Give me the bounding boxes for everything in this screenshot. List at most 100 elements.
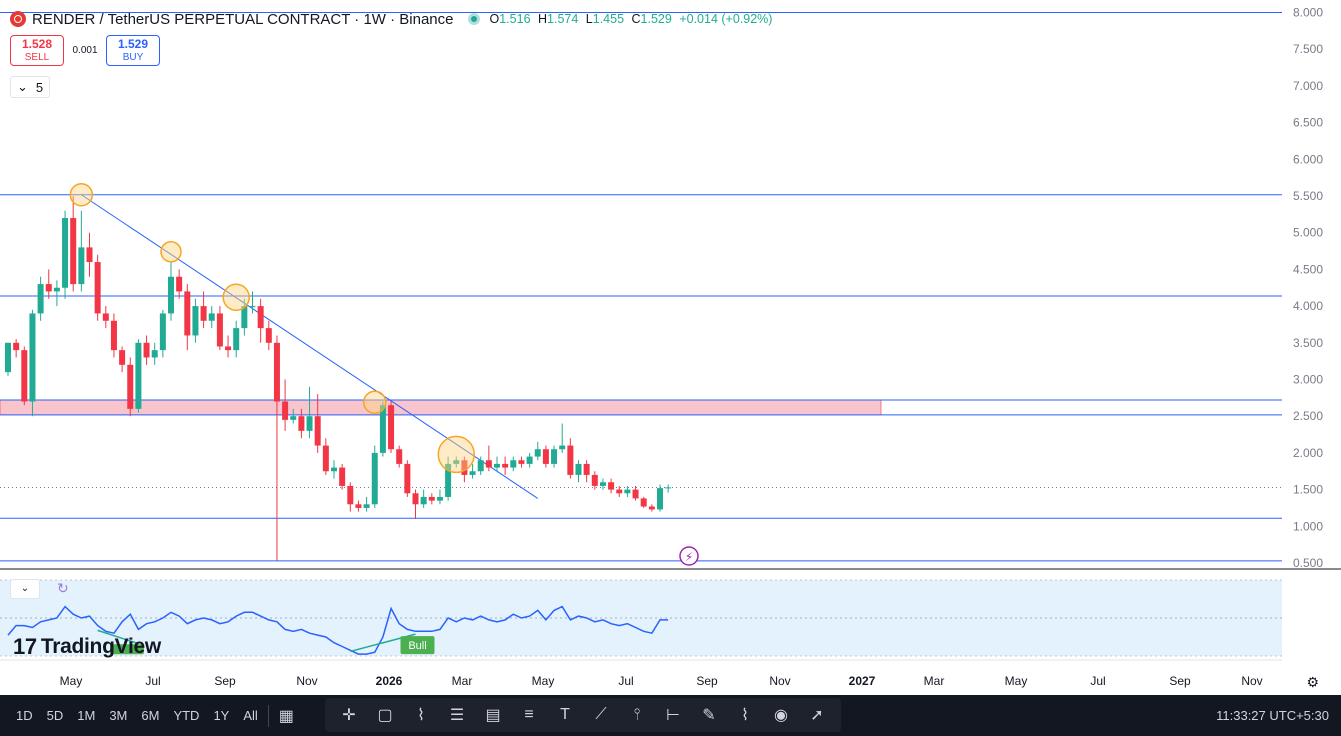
candle-body [110,320,117,351]
tv-mark-icon: 17 [13,634,37,659]
candles [5,196,672,561]
touch-circle[interactable] [437,435,475,474]
time-tick: Jul [145,674,160,688]
gear-icon[interactable]: ⚙ [1306,674,1319,691]
candle-body [159,313,166,351]
candle-body [200,306,207,321]
calendar-range-icon[interactable]: ▦ [279,706,294,726]
touch-circle[interactable] [222,283,250,312]
market-status-icon[interactable] [467,13,480,25]
tradingview-logo[interactable]: 17 TradingView [13,634,161,660]
candle-body [657,488,663,510]
candle-body [420,496,427,505]
candle-body [249,306,256,308]
candle-body [396,449,403,464]
symbol-title[interactable]: RENDER / TetherUS PERPETUAL CONTRACT · 1… [32,11,454,28]
price-tick: 2.000 [1293,446,1323,460]
position-icon[interactable]: ⊢ [661,705,685,725]
arrow-icon[interactable]: ➚ [805,705,829,725]
candle-body [347,485,354,505]
chart-canvas[interactable]: 8.0005.5174.1372.7202.5181.1100.5291.529… [0,0,1341,695]
rectangle-icon[interactable]: ▢ [373,705,397,725]
timeframe-6m[interactable]: 6M [141,708,159,723]
timeframe-1y[interactable]: 1Y [213,708,229,723]
candle-body [5,342,11,373]
candle-body [192,306,199,336]
candle-body [648,506,655,510]
timeframe-all[interactable]: All [243,708,257,723]
chevron-down-icon: ⌄ [17,79,28,94]
price-tick: 6.500 [1293,116,1323,130]
touch-circle[interactable] [363,390,387,415]
time-tick: 2026 [376,674,403,688]
candle-body [526,456,533,464]
rsi-collapse-button[interactable]: ⌄ [10,579,40,599]
time-tick: Nov [769,674,790,688]
time-tick: Mar [452,674,473,688]
price-tick: 6.000 [1293,152,1323,166]
timeframe-5d[interactable]: 5D [47,708,64,723]
clock[interactable]: 11:33:27 UTC+5:30 [1216,695,1329,736]
time-tick: Jul [618,674,633,688]
indicators-toggle[interactable]: ⌄ 5 [10,76,51,98]
price-tick: 0.500 [1293,556,1323,570]
candle-body [551,449,558,464]
pattern-icon[interactable]: ▤ [481,705,505,725]
lightning-icon[interactable]: ⚡ [679,546,699,566]
bottom-toolbar: 1D 5D 1M 3M 6M YTD 1Y All ▦ ✛ ▢ ⌇ ☰ ▤ ≡ T ⟋ ⫯ ⊢ ✎ ⌇ ◉ ➚ 11:3… [0,695,1341,736]
price-tick: 1.500 [1293,483,1323,497]
eye-icon[interactable]: ◉ [769,705,793,725]
candle-body [518,460,525,464]
touch-circle[interactable] [160,241,182,263]
timeframe-1d[interactable]: 1D [16,708,33,723]
price-tick: 2.500 [1293,409,1323,423]
time-axis[interactable]: May Jul Sep Nov 2026 Mar May Jul Sep Nov 2027 Mar Ma… [60,674,1263,688]
divider [267,704,269,727]
candle-body [485,460,492,468]
crosshair-icon[interactable]: ✛ [337,705,361,725]
render-logo-icon [10,11,26,27]
candle-body [143,342,150,358]
measure-icon[interactable]: ⫯ [625,706,649,724]
rsi-loading-icon[interactable]: ↻ [57,580,69,597]
symbol-legend[interactable]: RENDER / TetherUS PERPETUAL CONTRACT · 1… [10,9,776,29]
candle-body [119,350,126,365]
candle-body [477,460,484,472]
timeframe-1m[interactable]: 1M [77,708,95,723]
candle-body [168,276,174,314]
candle-body [599,482,606,486]
spread-value: 0.001 [72,45,98,56]
horizontal-levels[interactable]: 8.0005.5174.1372.7202.5181.1100.5291.529… [0,4,1331,569]
candle-body [208,313,215,321]
candle-body [257,306,264,329]
time-tick: Mar [924,674,945,688]
rsi-pane: 60.0040.00Bull45.81 [0,579,1327,657]
candle-body [355,504,362,508]
brush-icon[interactable]: ✎ [697,705,721,725]
candle-body [559,445,566,450]
candle-body [102,313,109,321]
candle-body [322,445,329,472]
sell-button[interactable]: 1.528 SELL [10,35,64,66]
touch-circles[interactable] [69,183,475,474]
price-tick: 3.000 [1293,373,1323,387]
path-icon[interactable]: ⌇ [733,705,757,725]
candle-body [331,467,337,472]
touch-circle[interactable] [69,183,94,207]
time-tick: Jul [1090,674,1105,688]
timeframe-ytd[interactable]: YTD [173,708,199,723]
lines-icon[interactable]: ≡ [517,706,541,724]
chevron-down-icon: ⌄ [20,583,30,594]
trend-icon[interactable]: ⌇ [409,705,433,725]
candle-body [233,328,240,351]
candle-body [665,487,672,489]
candle-body [184,291,191,336]
candle-body [412,493,419,505]
line-icon[interactable]: ⟋ [589,706,613,724]
candle-body [29,313,36,402]
timeframe-3m[interactable]: 3M [109,708,127,723]
text-icon[interactable]: T [553,706,577,724]
buy-button[interactable]: 1.529 BUY [106,35,160,66]
fib-icon[interactable]: ☰ [445,705,469,725]
candle-body [494,463,500,468]
